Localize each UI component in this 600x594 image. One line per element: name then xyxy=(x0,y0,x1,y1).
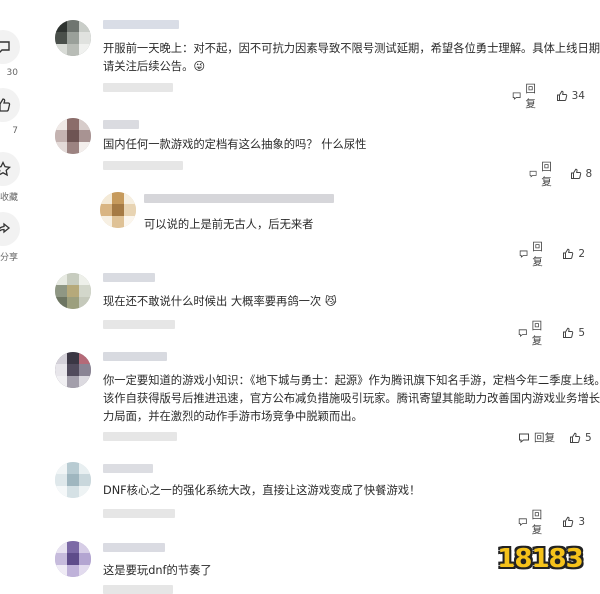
comment-text-line: 现在还不敢说什么时候出 大概率要再鸽一次 😼 xyxy=(103,295,337,308)
like-count: 5 xyxy=(585,431,592,444)
like-button[interactable]: 3 xyxy=(562,516,585,528)
comment-actions: 回复 2 xyxy=(509,239,585,269)
comment-meta-blurred xyxy=(103,432,177,441)
comment-text-line: 这是要玩dnf的节奏了 xyxy=(103,564,212,577)
like-count: 8 xyxy=(585,168,593,180)
watermark-text: 18183 xyxy=(497,544,583,574)
reply-button[interactable]: 回复 xyxy=(518,318,548,348)
username-blurred[interactable] xyxy=(103,352,167,361)
username-blurred[interactable] xyxy=(103,273,155,282)
avatar[interactable] xyxy=(100,192,136,228)
like-button[interactable]: 2 xyxy=(562,248,585,260)
reply-icon xyxy=(519,433,529,443)
comment-meta-blurred xyxy=(103,83,173,92)
comment-text-line: 力局面，并在激烈的动作手游市场竞争中脱颖而出。 xyxy=(103,410,363,423)
thumbs-up-icon xyxy=(556,90,567,101)
thumbs-up-icon xyxy=(563,516,574,527)
reply-label: 回复 xyxy=(531,320,543,347)
comment-actions: 回复 34 xyxy=(502,81,585,111)
username-blurred[interactable] xyxy=(144,194,334,203)
avatar[interactable] xyxy=(55,118,91,154)
thumbs-up-icon xyxy=(570,432,581,443)
comment-item: 现在还不敢说什么时候出 大概率要再鸽一次 😼 回复 5 xyxy=(55,273,585,347)
comment-text-line: 国内任何一款游戏的定档有这么抽象的吗？ 什么尿性 xyxy=(103,138,367,151)
like-count: 3 xyxy=(578,516,585,528)
thumbs-up-icon xyxy=(563,248,574,259)
comment-text-line: 该作自获得版号后推进迅速，官方公布减负措施吸引玩家。腾讯寄望其能助力改善国内游戏… xyxy=(103,392,600,405)
reply-icon xyxy=(519,250,528,258)
reply-label: 回复 xyxy=(534,432,555,444)
like-count: 2 xyxy=(578,248,585,260)
avatar[interactable] xyxy=(55,20,91,56)
reply-button[interactable]: 回复 xyxy=(518,430,555,445)
reply-label: 回复 xyxy=(541,161,552,188)
username-blurred[interactable] xyxy=(103,20,179,29)
avatar[interactable] xyxy=(55,462,91,498)
comment-text-line: 请关注后续公告。😜 xyxy=(103,60,206,73)
avatar[interactable] xyxy=(55,541,91,577)
username-blurred[interactable] xyxy=(103,464,153,473)
comment-actions: 回复 5 xyxy=(508,318,585,348)
comment-meta-blurred xyxy=(103,509,175,518)
comment-actions: 回复 3 xyxy=(508,507,585,537)
like-button[interactable]: 8 xyxy=(570,168,593,180)
comment-text-line: 开服前一天晚上：对不起，因不可抗力因素导致不限号测试延期，希望各位勇士理解。具体… xyxy=(103,42,600,55)
reply-icon xyxy=(518,518,527,527)
like-button[interactable]: 34 xyxy=(556,90,585,102)
reply-label: 回复 xyxy=(532,241,543,268)
like-count: 5 xyxy=(578,327,585,339)
reply-icon xyxy=(512,92,521,100)
comment-text-line: DNF核心之一的强化系统大改，直接让这游戏变成了快餐游戏！ xyxy=(103,484,421,497)
reply-icon xyxy=(518,329,527,338)
watermark-logo: 18183 xyxy=(492,541,588,577)
comment-text-line: 你一定要知道的游戏小知识：《地下城与勇士：起源》作为腾讯旗下知名手游，定档今年二… xyxy=(103,374,600,387)
like-count: 34 xyxy=(571,90,585,102)
comment-item: 开服前一天晚上：对不起，因不可抗力因素导致不限号测试延期，希望各位勇士理解。具体… xyxy=(55,20,600,110)
like-button[interactable]: 5 xyxy=(562,327,585,339)
reply-button[interactable]: 回复 xyxy=(519,239,548,269)
reply-button[interactable]: 回复 xyxy=(529,159,556,189)
comment-meta-blurred xyxy=(103,161,183,170)
reply-button[interactable]: 回复 xyxy=(512,81,542,111)
reply-label: 回复 xyxy=(531,509,543,536)
comment-item: DNF核心之一的强化系统大改，直接让这游戏变成了快餐游戏！ 回复 3 xyxy=(55,462,585,536)
reply-button[interactable]: 回复 xyxy=(518,507,548,537)
username-blurred[interactable] xyxy=(103,120,139,129)
comment-text-line: 可以说的上是前无古人，后无来者 xyxy=(144,218,314,231)
comment-item: 这是要玩dnf的节奏了 xyxy=(55,541,485,594)
comment-actions: 回复 8 xyxy=(519,159,592,189)
reply-label: 回复 xyxy=(525,83,536,110)
comment-meta-blurred xyxy=(103,320,175,329)
avatar[interactable] xyxy=(55,352,91,388)
comment-feed: 开服前一天晚上：对不起，因不可抗力因素导致不限号测试延期，希望各位勇士理解。具体… xyxy=(0,0,600,594)
avatar[interactable] xyxy=(55,273,91,309)
comment-item: 你一定要知道的游戏小知识：《地下城与勇士：起源》作为腾讯旗下知名手游，定档今年二… xyxy=(55,352,600,447)
comment-item: 国内任何一款游戏的定档有这么抽象的吗？ 什么尿性 回复 8 xyxy=(55,118,592,188)
thumbs-up-icon xyxy=(570,168,581,179)
like-button[interactable]: 5 xyxy=(569,432,592,444)
thumbs-up-icon xyxy=(563,327,574,338)
reply-icon xyxy=(529,170,537,178)
username-blurred[interactable] xyxy=(103,543,165,552)
comment-actions: 回复 5 xyxy=(508,430,592,445)
reply-item: 可以说的上是前无古人，后无来者 回复 2 xyxy=(100,192,585,268)
